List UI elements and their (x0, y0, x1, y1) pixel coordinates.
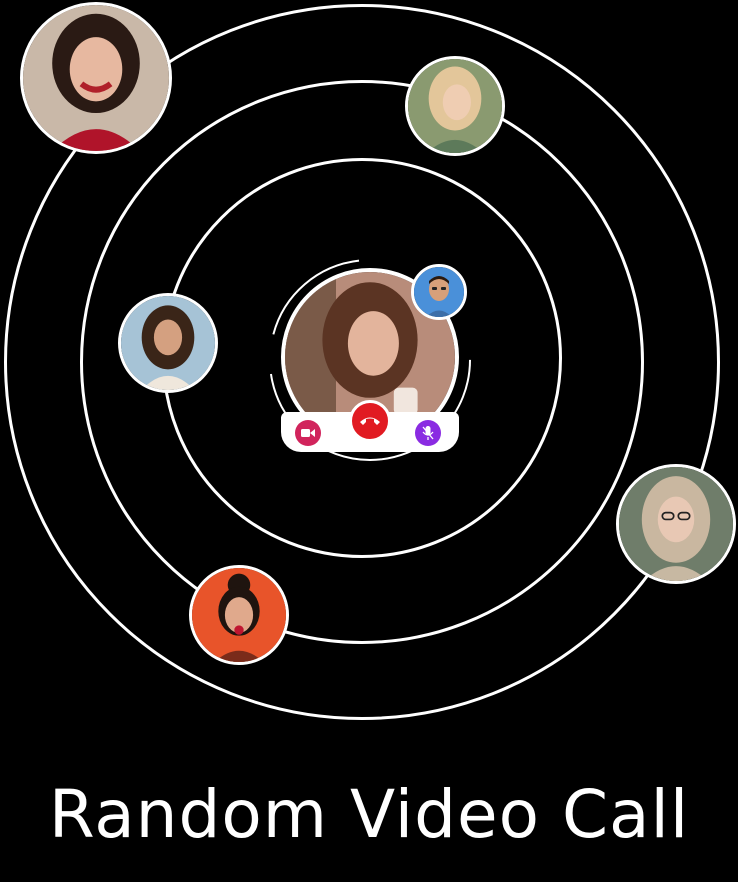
user-photo-icon (408, 59, 502, 153)
self-preview-avatar[interactable] (411, 264, 467, 320)
user-photo-icon (619, 467, 733, 581)
page-title: Random Video Call (48, 776, 690, 853)
mute-mic-button[interactable] (415, 420, 441, 446)
mic-off-icon (422, 426, 434, 440)
video-camera-icon (301, 429, 315, 437)
video-toggle-button[interactable] (295, 420, 321, 446)
user-photo-icon (192, 568, 286, 662)
orbit-stage: Random Video Call (0, 0, 738, 882)
user-photo-icon (23, 5, 169, 151)
end-call-button[interactable] (349, 400, 391, 442)
phone-hangup-icon (360, 417, 380, 425)
user-avatar-right[interactable] (616, 464, 736, 584)
user-avatar-left[interactable] (118, 293, 218, 393)
user-photo-icon (414, 267, 464, 317)
user-avatar-top-left[interactable] (20, 2, 172, 154)
user-avatar-bottom-left[interactable] (189, 565, 289, 665)
video-call-card (269, 259, 471, 461)
user-avatar-top-right[interactable] (405, 56, 505, 156)
user-photo-icon (121, 296, 215, 390)
